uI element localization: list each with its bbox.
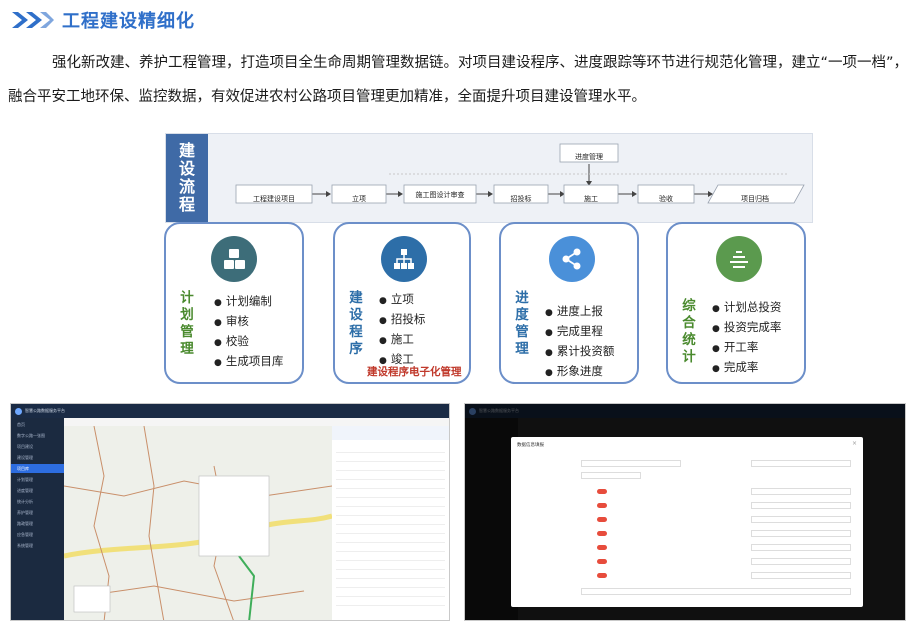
screenshot-map-view: 智慧公路数据服务平台 首页 数字公路一张图 项目建设 建设管理 项目库 计划管理… (10, 403, 450, 621)
toggle-switch[interactable] (597, 544, 607, 550)
flow-step-bidding: 招投标 (510, 195, 532, 203)
card-progress-management: 进度管理 进度上报完成里程累计投资额形象进度 (499, 222, 639, 384)
form-field[interactable] (751, 557, 851, 565)
card-title: 计划管理 (180, 290, 194, 357)
cubes-icon (211, 236, 257, 282)
toggle-switch[interactable] (597, 530, 607, 536)
flow-step-design-review: 施工图设计审查 (415, 191, 465, 199)
form-field[interactable] (751, 515, 851, 523)
project-list-panel (332, 426, 449, 620)
card-items: 计划编制审核校验生成项目库 (214, 292, 284, 372)
double-chevron-icon (12, 12, 54, 28)
road-network (63, 425, 333, 620)
flow-step-construction: 施工 (584, 195, 598, 203)
flow-step-progress: 进度管理 (575, 153, 603, 161)
flow-step-archive: 项目归档 (741, 195, 769, 203)
card-title: 综合统计 (682, 298, 696, 365)
app-header: 智慧公路数据服务平台 (11, 404, 449, 418)
card-title: 建设程序 (349, 290, 363, 357)
card-items: 计划总投资投资完成率开工率完成率 (712, 298, 782, 378)
data-entry-modal: 数据信息填报 × (511, 437, 863, 607)
construction-flow-diagram: 建 设 流 程 工程建设项目 立项 施工图设计审查 招投标 施工 验收 项目归档… (165, 133, 813, 223)
modal-title: 数据信息填报 (517, 443, 544, 448)
card-title: 进度管理 (515, 290, 529, 357)
flow-step-approval: 立项 (352, 195, 366, 203)
form-field[interactable] (581, 587, 851, 595)
app-sidebar: 首页 数字公路一张图 项目建设 建设管理 项目库 计划管理 进度管理 统计分析 … (11, 418, 64, 620)
form-field[interactable] (751, 487, 851, 495)
form-field[interactable] (751, 459, 851, 467)
toggle-switch[interactable] (597, 488, 607, 494)
card-note: 建设程序电子化管理 (367, 366, 462, 378)
list-icon (716, 236, 762, 282)
card-construction-procedure: 建设程序 立项招投标施工竣工 建设程序电子化管理 (333, 222, 471, 384)
toggle-switch[interactable] (597, 502, 607, 508)
flow-arrows (235, 143, 805, 204)
toggle-switch[interactable] (597, 516, 607, 522)
form-field[interactable] (581, 459, 681, 467)
form-field[interactable] (751, 501, 851, 509)
flow-side-label: 建 设 流 程 (166, 134, 208, 222)
intro-paragraph-line1: 强化新改建、养护工程管理，打造项目全生命周期管理数据链。对项目建设程序、进度跟踪… (52, 55, 909, 71)
form-field[interactable] (751, 529, 851, 537)
toggle-switch[interactable] (597, 558, 607, 564)
form-field[interactable] (751, 571, 851, 579)
intro-paragraph-line2: 融合平安工地环保、监控数据，有效促进农村公路项目管理更加精准，全面提升项目建设管… (8, 89, 646, 105)
section-title: 工程建设精细化 (62, 11, 195, 32)
form-field[interactable] (751, 543, 851, 551)
section-header: 工程建设精细化 (10, 6, 195, 34)
card-items: 立项招投标施工竣工 (379, 290, 426, 370)
org-chart-icon (381, 236, 427, 282)
card-items: 进度上报完成里程累计投资额形象进度 (545, 302, 615, 382)
map-canvas[interactable] (63, 425, 333, 620)
card-plan-management: 计划管理 计划编制审核校验生成项目库 (164, 222, 304, 384)
screenshot-form-view: 智慧公路数据服务平台 数据信息填报 × (464, 403, 906, 621)
form-field[interactable] (581, 471, 641, 479)
share-icon (549, 236, 595, 282)
close-icon[interactable]: × (852, 440, 857, 447)
card-comprehensive-statistics: 综合统计 计划总投资投资完成率开工率完成率 (666, 222, 806, 384)
app-logo-icon (15, 407, 22, 415)
flow-step-project: 工程建设项目 (253, 195, 295, 203)
flow-step-acceptance: 验收 (659, 195, 673, 203)
toggle-switch[interactable] (597, 572, 607, 578)
